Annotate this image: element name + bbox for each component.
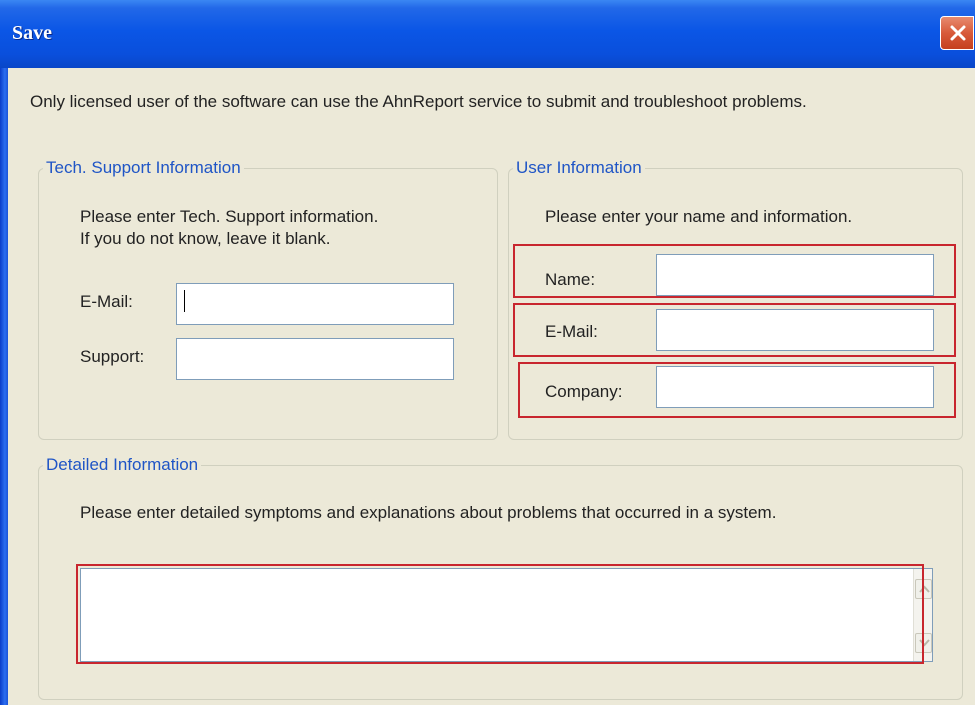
tech-email-input[interactable] (176, 283, 454, 325)
window-title: Save (12, 22, 52, 44)
detailed-textarea-highlight (76, 564, 924, 664)
intro-text: Only licensed user of the software can u… (30, 92, 807, 111)
tech-support-instruction-line1: Please enter Tech. Support information. (80, 207, 379, 226)
company-label: Company: (545, 382, 623, 401)
tech-support-input[interactable] (176, 338, 454, 380)
window-left-frame (0, 0, 8, 705)
tech-email-label: E-Mail: (80, 292, 133, 311)
name-input[interactable] (656, 254, 934, 296)
company-input[interactable] (656, 366, 934, 408)
tech-support-legend: Tech. Support Information (46, 158, 241, 177)
title-bar[interactable]: Save (0, 0, 975, 68)
tech-support-instruction-line2: If you do not know, leave it blank. (80, 229, 331, 248)
text-caret (184, 290, 185, 312)
name-label: Name: (545, 270, 596, 289)
tech-support-label: Support: (80, 347, 145, 366)
close-icon (950, 25, 966, 41)
user-email-input[interactable] (656, 309, 934, 351)
save-dialog: Save Only licensed user of the software … (0, 0, 975, 705)
tech-support-instruction: Please enter Tech. Support information. … (80, 206, 480, 250)
detailed-info-legend: Detailed Information (46, 455, 199, 474)
user-email-label: E-Mail: (545, 322, 598, 341)
user-info-legend: User Information (516, 158, 642, 177)
user-info-instruction: Please enter your name and information. (545, 207, 853, 226)
detailed-info-instruction: Please enter detailed symptoms and expla… (80, 503, 777, 522)
close-button[interactable] (940, 16, 974, 50)
